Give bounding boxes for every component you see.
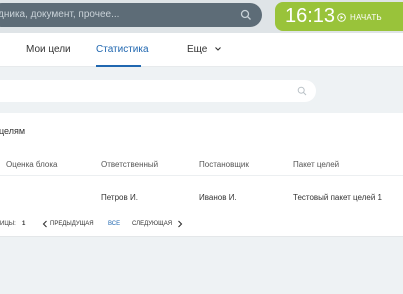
page-label: ИЦЫ: [0, 221, 16, 227]
column-header-responsible[interactable]: Ответственный [101, 160, 158, 169]
tab-more[interactable]: Еще [187, 33, 222, 66]
cell-goal-package[interactable]: Тестовый пакет целей 1 [293, 193, 382, 202]
filter-search-input[interactable] [0, 80, 316, 102]
statistics-panel: целям Оценка блока Ответственный Постано… [0, 113, 403, 237]
panel-bottom-border [0, 236, 403, 237]
page-number: 1 [22, 221, 26, 227]
global-search-placeholder: дника, документ, прочее... [0, 9, 120, 20]
play-icon [337, 12, 346, 22]
work-day-widget[interactable]: 16:13 НАЧАТЬ [275, 2, 403, 31]
goals-nav: Мои цели Статистика Еще [0, 33, 403, 67]
top-bar: дника, документ, прочее... 16:13 НАЧАТЬ [0, 0, 403, 33]
cell-responsible: Петров И. [101, 193, 138, 202]
active-tab-indicator [96, 65, 141, 67]
section-title: целям [0, 126, 26, 136]
tab-statistics[interactable]: Статистика [96, 33, 149, 66]
column-header-author[interactable]: Постановщик [199, 160, 249, 169]
chevron-right-icon[interactable] [177, 220, 183, 228]
start-day-button[interactable]: НАЧАТЬ [337, 10, 382, 24]
tab-more-label: Еще [187, 44, 208, 55]
clock-time: 16:13 [285, 5, 336, 27]
all-pages-link[interactable]: ВСЕ [108, 219, 120, 229]
chevron-down-icon [215, 47, 222, 52]
search-icon[interactable] [240, 9, 252, 21]
next-page-link[interactable]: СЛЕДУЮЩАЯ [132, 219, 172, 229]
column-header-block-rating[interactable]: Оценка блока [6, 160, 57, 169]
global-search-input[interactable]: дника, документ, прочее... [0, 3, 262, 27]
chevron-left-icon[interactable] [42, 220, 48, 228]
cell-author: Иванов И. [199, 193, 237, 202]
header-divider [0, 175, 403, 176]
search-icon[interactable] [297, 86, 307, 96]
prev-page-link[interactable]: ПРЕДЫДУЩАЯ [50, 219, 94, 229]
tab-my-goals[interactable]: Мои цели [26, 33, 71, 66]
column-header-goal-package[interactable]: Пакет целей [293, 160, 339, 169]
start-day-label: НАЧАТЬ [350, 12, 382, 22]
